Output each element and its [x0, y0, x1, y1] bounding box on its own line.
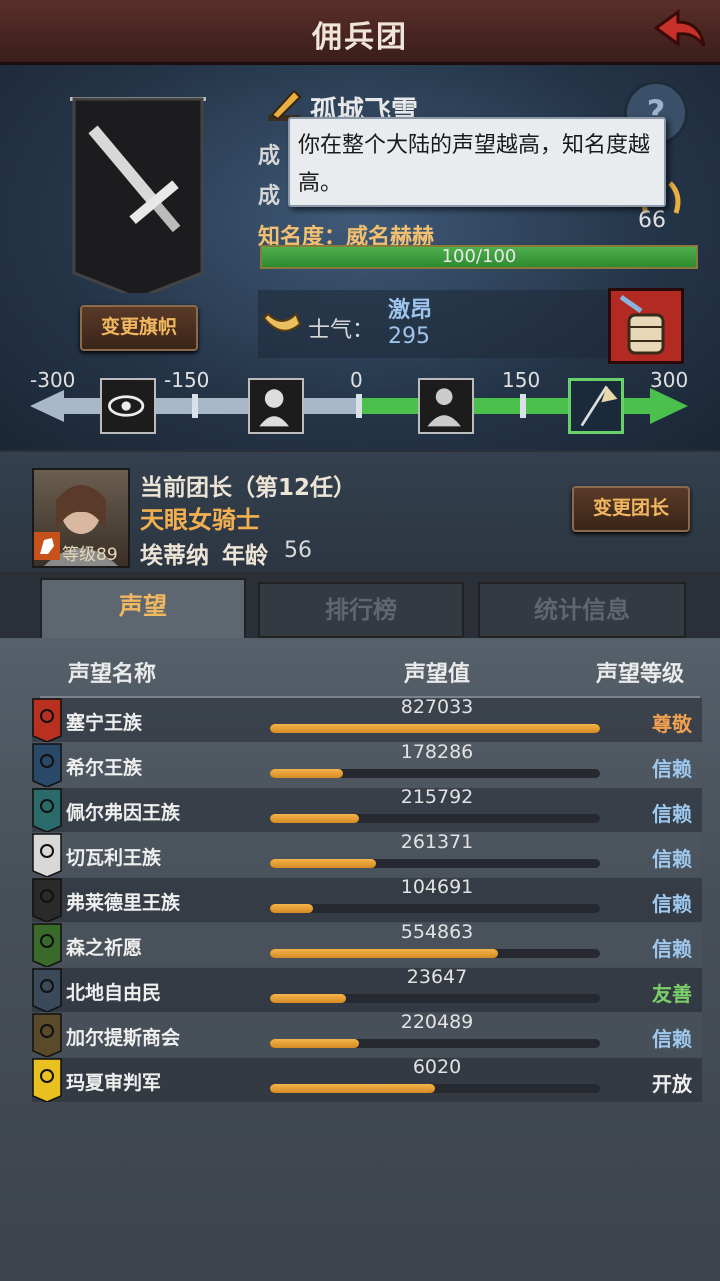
reputation-list: 声望名称 声望值 声望等级 塞宁王族 827033 尊敬 希尔王族 178286 信赖 佩尔… — [0, 638, 720, 1281]
tab-ranking[interactable]: 排行榜 — [258, 582, 464, 638]
column-header-value: 声望值 — [404, 662, 471, 687]
back-arrow-icon[interactable] — [650, 6, 710, 54]
faction-progress-bar — [270, 904, 600, 913]
faction-progress-fill — [270, 724, 600, 733]
leader-level: 等级89 — [62, 545, 118, 565]
faction-emblem-icon — [32, 788, 62, 832]
faction-name: 佩尔弗因王族 — [66, 802, 181, 824]
achievement-label-1: 成 — [258, 144, 281, 169]
faction-row[interactable]: 森之祈愿 554863 信赖 — [32, 921, 702, 967]
leader-age-label: 年龄 — [222, 543, 268, 569]
faction-emblem-icon — [32, 833, 62, 877]
faction-progress-bar — [270, 724, 600, 733]
faction-progress-fill — [270, 814, 360, 823]
faction-level: 尊敬 — [652, 712, 692, 736]
faction-level: 信赖 — [652, 892, 692, 916]
despair-mood-icon — [248, 378, 304, 434]
fame-tooltip: 你在整个大陆的声望越高，知名度越高。 — [288, 117, 666, 207]
faction-row[interactable]: 玛夏审判军 6020 开放 — [32, 1056, 702, 1102]
faction-progress-fill — [270, 904, 313, 913]
faction-name: 弗莱德里王族 — [66, 892, 181, 914]
faction-level: 信赖 — [652, 847, 692, 871]
faction-progress-bar — [270, 1039, 600, 1048]
guild-banner — [70, 97, 206, 293]
column-header-level: 声望等级 — [596, 662, 685, 687]
faction-row[interactable]: 加尔提斯商会 220489 信赖 — [32, 1011, 702, 1057]
leader-age: 56 — [284, 538, 312, 563]
morale-label: 士气： — [308, 318, 375, 343]
column-header-name: 声望名称 — [68, 662, 157, 687]
rally-flag-mood-icon — [568, 378, 624, 434]
faction-value: 220489 — [400, 1011, 474, 1033]
tab-bar: 声望 排行榜 统计信息 — [0, 578, 720, 642]
tab-statistics[interactable]: 统计信息 — [478, 582, 686, 638]
faction-progress-fill — [270, 859, 376, 868]
faction-name: 森之祈愿 — [66, 937, 143, 959]
faction-progress-bar — [270, 949, 600, 958]
faction-row[interactable]: 佩尔弗因王族 215792 信赖 — [32, 786, 702, 832]
faction-progress-bar — [270, 859, 600, 868]
war-drum-icon[interactable] — [608, 288, 684, 364]
leader-title: 天眼女骑士 — [140, 506, 260, 534]
faction-progress-fill — [270, 949, 498, 958]
class-badge-icon — [34, 532, 60, 560]
faction-progress-fill — [270, 1039, 360, 1048]
faction-value: 23647 — [406, 966, 468, 988]
faction-row[interactable]: 塞宁王族 827033 尊敬 — [32, 696, 702, 742]
faction-name: 北地自由民 — [66, 982, 162, 1004]
faction-name: 加尔提斯商会 — [66, 1027, 181, 1049]
faction-name: 希尔王族 — [66, 757, 143, 779]
eye-mood-icon — [100, 378, 156, 434]
faction-level: 友善 — [652, 982, 692, 1006]
faction-emblem-icon — [32, 698, 62, 742]
faction-progress-fill — [270, 994, 346, 1003]
faction-level: 开放 — [652, 1072, 692, 1096]
faction-level: 信赖 — [652, 802, 692, 826]
faction-progress-fill — [270, 1084, 435, 1093]
faction-value: 178286 — [400, 741, 474, 763]
change-flag-button[interactable]: 变更旗帜 — [80, 305, 198, 351]
faction-name: 塞宁王族 — [66, 712, 143, 734]
faction-progress-bar — [270, 994, 600, 1003]
faction-value: 215792 — [400, 786, 474, 808]
faction-emblem-icon — [32, 1058, 62, 1102]
faction-progress-fill — [270, 769, 343, 778]
horn-icon — [262, 312, 302, 332]
faction-value: 261371 — [400, 831, 474, 853]
faction-emblem-icon — [32, 1013, 62, 1057]
fame-progress-text: 100/100 — [441, 246, 517, 267]
faction-level: 信赖 — [652, 757, 692, 781]
achievement-value: 66 — [638, 208, 666, 233]
faction-value: 554863 — [400, 921, 474, 943]
faction-progress-bar — [270, 769, 600, 778]
title-bar: 佣兵团 — [0, 0, 720, 65]
calm-mood-icon — [418, 378, 474, 434]
change-leader-button[interactable]: 变更团长 — [572, 486, 690, 532]
faction-progress-bar — [270, 1084, 600, 1093]
faction-value: 6020 — [412, 1056, 462, 1078]
faction-progress-bar — [270, 814, 600, 823]
faction-level: 信赖 — [652, 1027, 692, 1051]
leader-name: 埃蒂纳 — [140, 543, 209, 569]
morale-state: 激昂 — [388, 298, 433, 323]
faction-name: 切瓦利王族 — [66, 847, 162, 869]
tab-reputation[interactable]: 声望 — [40, 578, 246, 642]
faction-value: 827033 — [400, 696, 474, 718]
faction-emblem-icon — [32, 743, 62, 787]
faction-emblem-icon — [32, 968, 62, 1012]
faction-name: 玛夏审判军 — [66, 1072, 162, 1094]
achievement-label-2: 成 — [258, 184, 281, 209]
faction-row[interactable]: 希尔王族 178286 信赖 — [32, 741, 702, 787]
fame-progress-bar: 100/100 — [260, 245, 698, 269]
leader-heading: 当前团长（第12任） — [140, 475, 357, 501]
faction-row[interactable]: 北地自由民 23647 友善 — [32, 966, 702, 1012]
faction-level: 信赖 — [652, 937, 692, 961]
faction-row[interactable]: 弗莱德里王族 104691 信赖 — [32, 876, 702, 922]
faction-emblem-icon — [32, 878, 62, 922]
faction-row[interactable]: 切瓦利王族 261371 信赖 — [32, 831, 702, 877]
faction-emblem-icon — [32, 923, 62, 967]
morale-value: 295 — [388, 324, 430, 349]
page-title: 佣兵团 — [312, 20, 408, 55]
faction-value: 104691 — [400, 876, 474, 898]
